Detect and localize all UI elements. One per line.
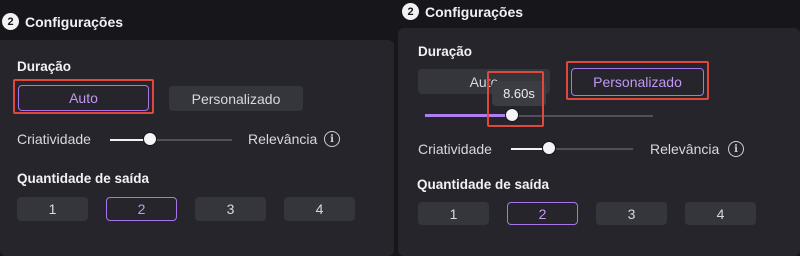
right-creativity-label: Criatividade xyxy=(418,141,492,157)
right-output-option-2[interactable]: 2 xyxy=(507,202,578,225)
left-auto-highlight xyxy=(13,79,154,114)
left-custom-button[interactable]: Personalizado xyxy=(169,86,303,111)
info-circle-icon[interactable]: i xyxy=(324,131,340,147)
right-relevance-label: Relevância xyxy=(650,141,720,157)
left-output-option-2[interactable]: 2 xyxy=(106,197,177,221)
right-output-option-4[interactable]: 4 xyxy=(685,202,756,225)
info-circle-icon[interactable]: i xyxy=(728,141,744,157)
left-output-label: Quantidade de saída xyxy=(17,171,150,186)
right-title: Configurações xyxy=(425,3,524,20)
left-step-title: 2 Configurações xyxy=(2,13,123,30)
left-creativity-label: Criatividade xyxy=(17,131,91,147)
left-relevance-label: Relevância xyxy=(248,131,318,147)
right-slider-knob[interactable] xyxy=(542,141,556,155)
left-output-option-4[interactable]: 4 xyxy=(284,197,355,221)
left-duration-label: Duração xyxy=(17,59,72,74)
right-duration-label: Duração xyxy=(418,44,473,59)
right-output-label: Quantidade de saída xyxy=(417,177,550,192)
right-output-option-3[interactable]: 3 xyxy=(596,202,667,225)
step-number-badge: 2 xyxy=(402,3,419,20)
right-output-option-1[interactable]: 1 xyxy=(418,202,489,225)
step-number-badge: 2 xyxy=(2,13,19,30)
right-custom-highlight xyxy=(566,61,709,100)
left-title: Configurações xyxy=(25,13,124,30)
left-output-option-1[interactable]: 1 xyxy=(17,197,88,221)
left-slider-knob[interactable] xyxy=(143,132,157,146)
left-output-option-3[interactable]: 3 xyxy=(195,197,266,221)
right-tooltip-highlight xyxy=(487,71,544,127)
right-step-title: 2 Configurações xyxy=(402,3,523,20)
